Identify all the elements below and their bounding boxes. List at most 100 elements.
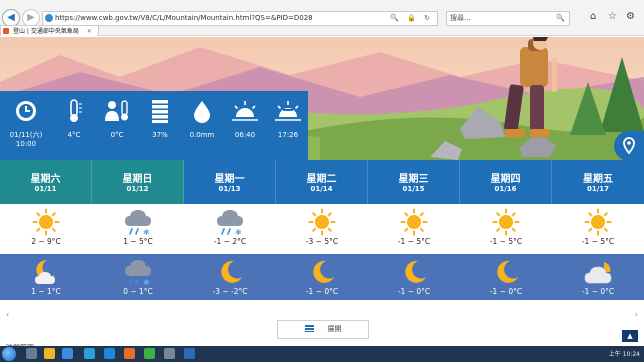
scroll-to-top-button[interactable]: ▲ [622,330,638,342]
day-tab[interactable]: 星期六 01/11 [0,160,92,204]
stat-sunrise: 06:40 [227,91,263,161]
url-text: https://www.cwb.gov.tw/V8/C/L/Mountain/M… [55,14,313,22]
daytime-forecast-row: 2 ~ 9°C ✱ 1 ~ 5°C ✱ -1 ~ 2°C -3 ~ 5°C -1 ~ 5°C… [0,204,644,254]
taskbar-clock: 上午 10:24 [608,351,640,358]
night-temperature-range: -1 ~ 0°C [489,287,523,296]
taskbar-app-icon[interactable] [164,348,175,359]
start-button[interactable] [2,347,16,361]
stat-time-value: 01/11(六) 10:00 [0,131,52,149]
home-icon[interactable]: ⌂ [590,11,596,22]
browser-tab[interactable]: 登山 | 交通部中央氣象局 ✕ [0,25,99,36]
scroll-left-icon[interactable]: ‹ [6,310,9,319]
cloud-rain-snow-icon: ✱ [125,260,151,286]
cloud-rain-snow-icon: ✱ [125,210,151,236]
day-temperature-range: 2 ~ 9°C [31,237,61,246]
day-forecast-cell: ✱ 1 ~ 5°C [92,204,184,254]
day-name: 星期一 [214,174,245,185]
scroll-right-icon[interactable]: › [635,310,638,319]
night-forecast-cell: -1 ~ 0°C [276,254,368,300]
tab-row: 登山 | 交通部中央氣象局 ✕ [0,25,644,37]
skype-icon[interactable] [84,348,95,359]
expand-button[interactable]: 展開 [277,320,369,339]
night-forecast-cell: -1 ~ 0°C [552,254,644,300]
stat-humidity: 37% [142,91,178,161]
taskbar-app-icon[interactable] [184,348,195,359]
chevron-up-icon: ▲ [627,332,633,340]
taskbar: 上午 10:24 [0,346,644,362]
stat-sunset-value: 17:26 [277,131,299,139]
moon-icon [497,260,518,283]
day-forecast-cell: ✱ -1 ~ 2°C [184,204,276,254]
day-tab[interactable]: 星期一 01/13 [184,160,276,204]
current-date: 01/11(六) [9,131,43,139]
tab-close-icon[interactable]: ✕ [87,28,92,35]
stat-temperature: 4°C [56,91,92,161]
night-forecast-cell: -1 ~ 0°C [460,254,552,300]
browser-icon[interactable] [104,348,115,359]
day-date: 01/14 [310,185,333,193]
current-conditions-panel: 01/11(六) 10:00 4°C 0°C 37% 0.0mm 06:40 1… [0,91,308,161]
thermometer-icon [70,99,82,122]
search-icon[interactable]: 🔍 [556,12,565,25]
day-temperature-range: -3 ~ 5°C [305,237,339,246]
svg-text:✱: ✱ [143,278,150,286]
svg-text:✱: ✱ [235,228,242,236]
day-forecast-cell: -1 ~ 5°C [552,204,644,254]
day-date: 01/15 [402,185,425,193]
day-date: 01/17 [586,185,610,193]
day-name: 星期二 [306,174,337,185]
system-tray[interactable]: 上午 10:24 [609,349,640,358]
day-tab[interactable]: 星期三 01/15 [368,160,460,204]
night-temperature-range: -1 ~ 0°C [305,287,339,296]
search-field[interactable]: 搜尋... 🔍 [446,11,570,26]
sunrise-icon [232,101,258,121]
line-icon[interactable] [144,348,155,359]
day-date: 01/11 [34,185,57,193]
moon-icon [313,260,334,283]
day-forecast-cell: -1 ~ 5°C [368,204,460,254]
day-temperature-range: -1 ~ 2°C [213,237,247,246]
sunset-icon [275,101,301,121]
day-temperature-range: -1 ~ 5°C [397,237,431,246]
day-forecast-cell: 2 ~ 9°C [0,204,92,254]
stat-rainfall: 0.0mm [184,91,220,161]
day-tab[interactable]: 星期二 01/14 [276,160,368,204]
day-temperature-range: 1 ~ 5°C [123,237,153,246]
stat-sunset: 17:26 [270,91,306,161]
day-tab[interactable]: 星期日 01/12 [92,160,184,204]
night-forecast-cell: 1 ~ 1°C [0,254,92,300]
settings-gear-icon[interactable]: ⚙ [626,11,635,22]
person-thermometer-icon [105,100,128,121]
day-date: 01/16 [494,185,517,193]
day-forecast-cell: -1 ~ 5°C [460,204,552,254]
day-name: 星期六 [30,174,61,185]
night-forecast-cell: -1 ~ 0°C [368,254,460,300]
taskbar-app-icon[interactable] [26,348,37,359]
folder-icon[interactable] [44,348,55,359]
day-name: 星期四 [490,174,521,185]
address-actions[interactable]: 🔍 🔒 ↻ [390,12,433,25]
day-forecast-cell: -3 ~ 5°C [276,204,368,254]
browser-window: ◀ ▶ https://www.cwb.gov.tw/V8/C/L/Mounta… [0,0,644,362]
location-pin-icon [623,137,635,155]
horizontal-scrollbar[interactable]: ‹ › [0,310,644,320]
search-placeholder: 搜尋... [450,14,471,22]
clock-icon [16,101,36,121]
night-forecast-cell: ✱ 0 ~ 1°C [92,254,184,300]
night-temperature-range: 0 ~ 1°C [123,287,153,296]
night-temperature-range: -1 ~ 0°C [581,287,615,296]
day-tab[interactable]: 星期五 01/17 [552,160,644,204]
day-tab[interactable]: 星期四 01/16 [460,160,552,204]
night-temperature-range: -3 ~ -2°C [212,287,248,296]
night-forecast-cell: -3 ~ -2°C [184,254,276,300]
url-field[interactable]: https://www.cwb.gov.tw/V8/C/L/Mountain/M… [42,11,438,26]
cloud-rain-snow-icon: ✱ [217,210,243,236]
firefox-icon[interactable] [124,348,135,359]
location-button[interactable] [614,131,644,161]
taskbar-app-icon[interactable] [62,348,73,359]
stat-time: 01/11(六) 10:00 [8,91,44,161]
sun-icon [584,208,612,236]
site-favicon-icon [45,14,53,22]
list-icon [304,325,314,332]
favorites-star-icon[interactable]: ☆ [608,11,617,22]
